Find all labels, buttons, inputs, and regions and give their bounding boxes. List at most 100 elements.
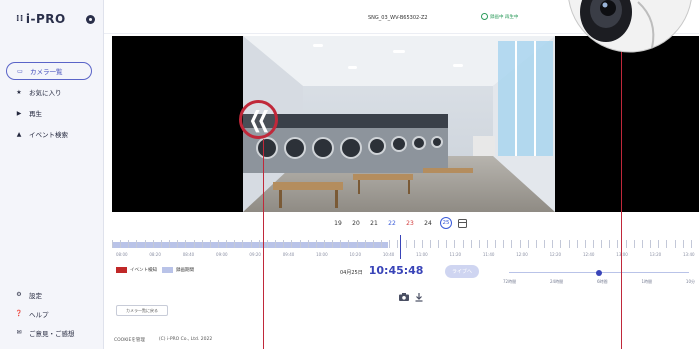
video-player[interactable] [112,36,699,212]
timeline-label: 11:40 [482,252,495,257]
timeline-tick [160,240,162,248]
sidebar-item-label: イベント検索 [29,131,68,139]
timeline-label: 13:20 [649,252,662,257]
double-chevron-left-icon: ❮❮ [248,106,271,133]
timeline-tick [650,240,651,248]
timeline-zoom-slider[interactable]: 72時間 24時間 6時間 1時間 10分 [499,266,699,290]
bell-icon: ▲ [16,130,22,138]
sidebar-item-1[interactable]: ★ お気に入り [6,83,92,101]
sidebar-item-0[interactable]: ▭ カメラ一覧 [6,62,92,80]
timeline-tick [323,240,325,248]
date-item[interactable]: 24 [422,220,434,227]
timeline-tick [193,240,195,248]
timeline[interactable]: 08:00 08:20 08:40 09:00 09:20 09:40 10:00 10:20… [112,235,699,260]
timeline-tick [690,240,692,248]
sidebar-item-label: 再生 [29,110,42,118]
timeline-tick [446,240,447,248]
sidebar-item-1[interactable]: ❓ ヘルプ [6,306,96,321]
camera-icon: ▭ [17,67,23,75]
timeline-tick [609,240,610,248]
timeline-tick [136,240,138,248]
timeline-tick [544,240,545,248]
date-item[interactable]: 19 [332,220,344,227]
sidebar-item-0[interactable]: ⚙ 設定 [6,287,96,302]
timeline-tick [601,240,602,248]
timeline-tick [283,240,284,248]
timeline-tick [593,240,594,248]
sidebar-item-2[interactable]: ▶ 再生 [6,104,92,122]
status-text: 録画中 再生中 [490,14,519,20]
back-to-camera-list-button[interactable]: カメラ一覧に戻る [116,305,168,316]
sidebar-item-3[interactable]: ▲ イベント検索 [6,125,92,143]
timeline-label: 08:00 [116,252,128,257]
timeline-tick [275,240,276,248]
timeline-tick [266,240,268,248]
timeline-tick [454,240,455,248]
timeline-tick [112,240,113,248]
camera-snapshot-icon[interactable] [399,293,409,301]
date-item[interactable]: 23 [404,220,416,227]
timeline-tick [209,240,211,248]
calendar-icon[interactable] [458,218,467,228]
status-icon [481,13,488,20]
timeline-tick [234,240,235,248]
star-icon: ★ [16,88,22,96]
help-icon: ❓ [15,310,23,317]
timeline-tick [674,240,676,248]
sidebar-item-label: 設定 [29,291,42,300]
timeline-tick [152,240,154,248]
timeline-tick [250,240,252,248]
camera-title: SNG_03_WV-B65302-Z2 [368,15,428,21]
logo: ⁞⁞ i-PRO [16,12,66,26]
laundromat-scene-image [243,36,555,212]
timeline-label: 10:00 [316,252,328,257]
timeline-tick [291,240,292,248]
sidebar-item-label: ご意見・ご感想 [29,329,75,338]
ptz-pan-left-button[interactable]: ❮❮ [239,100,278,139]
timeline-tick [568,240,570,248]
timeline-tick [552,240,553,248]
timeline-tick [169,240,170,248]
timeline-label: 12:00 [516,252,528,257]
play-icon: ▶ [16,109,22,117]
sidebar-item-label: ヘルプ [29,310,49,319]
timeline-tick [217,240,219,248]
live-button[interactable]: ライブへ [445,265,479,278]
timeline-label: 09:40 [282,252,295,257]
timeline-label: 10:20 [349,252,361,257]
zoom-label: 6時間 [597,279,608,284]
zoom-knob[interactable] [596,269,602,276]
timeline-tick [201,240,203,248]
sidebar-item-2[interactable]: ✉ ご意見・ご感想 [6,325,96,340]
timeline-label: 12:20 [549,252,562,257]
cookie-link[interactable]: COOKIEを管理 [114,337,145,343]
footer: COOKIEを管理 (C) i-PRO Co., Ltd. 2022 [114,337,212,343]
timeline-tick [185,240,186,248]
date-today[interactable]: 25 [440,217,452,229]
date-item[interactable]: 22 [386,220,398,227]
timeline-tick [340,240,341,248]
timeline-labels: 08:00 08:20 08:40 09:00 09:20 09:40 10:00 10:20… [112,252,699,260]
logo-dots-icon: ⁞⁞ [16,14,24,24]
timeline-tick [584,240,586,248]
playback-date: 04月25日 [340,270,363,276]
timeline-tick [144,240,146,248]
event-legend-label: イベント検知 [130,268,157,273]
record-swatch [162,267,173,273]
date-item[interactable]: 20 [350,220,362,227]
sidebar-bottom-nav: ⚙ 設定 ❓ ヘルプ ✉ ご意見・ご感想 [6,287,96,344]
zoom-labels: 72時間 24時間 6時間 1時間 10分 [499,279,699,285]
date-item[interactable]: 21 [368,220,380,227]
timeline-tick [299,240,301,248]
sidebar-toggle-icon[interactable] [86,15,95,24]
gear-icon: ⚙ [16,291,22,298]
timeline-tick [128,240,129,248]
timeline-tick [315,240,317,248]
sidebar-item-label: カメラ一覧 [30,68,63,76]
sidebar-item-label: お気に入り [29,89,62,97]
download-icon[interactable] [414,292,424,302]
timeline-tick [242,240,244,248]
timeline-tick [413,240,415,248]
timeline-tick [307,240,309,248]
event-swatch [116,267,127,273]
